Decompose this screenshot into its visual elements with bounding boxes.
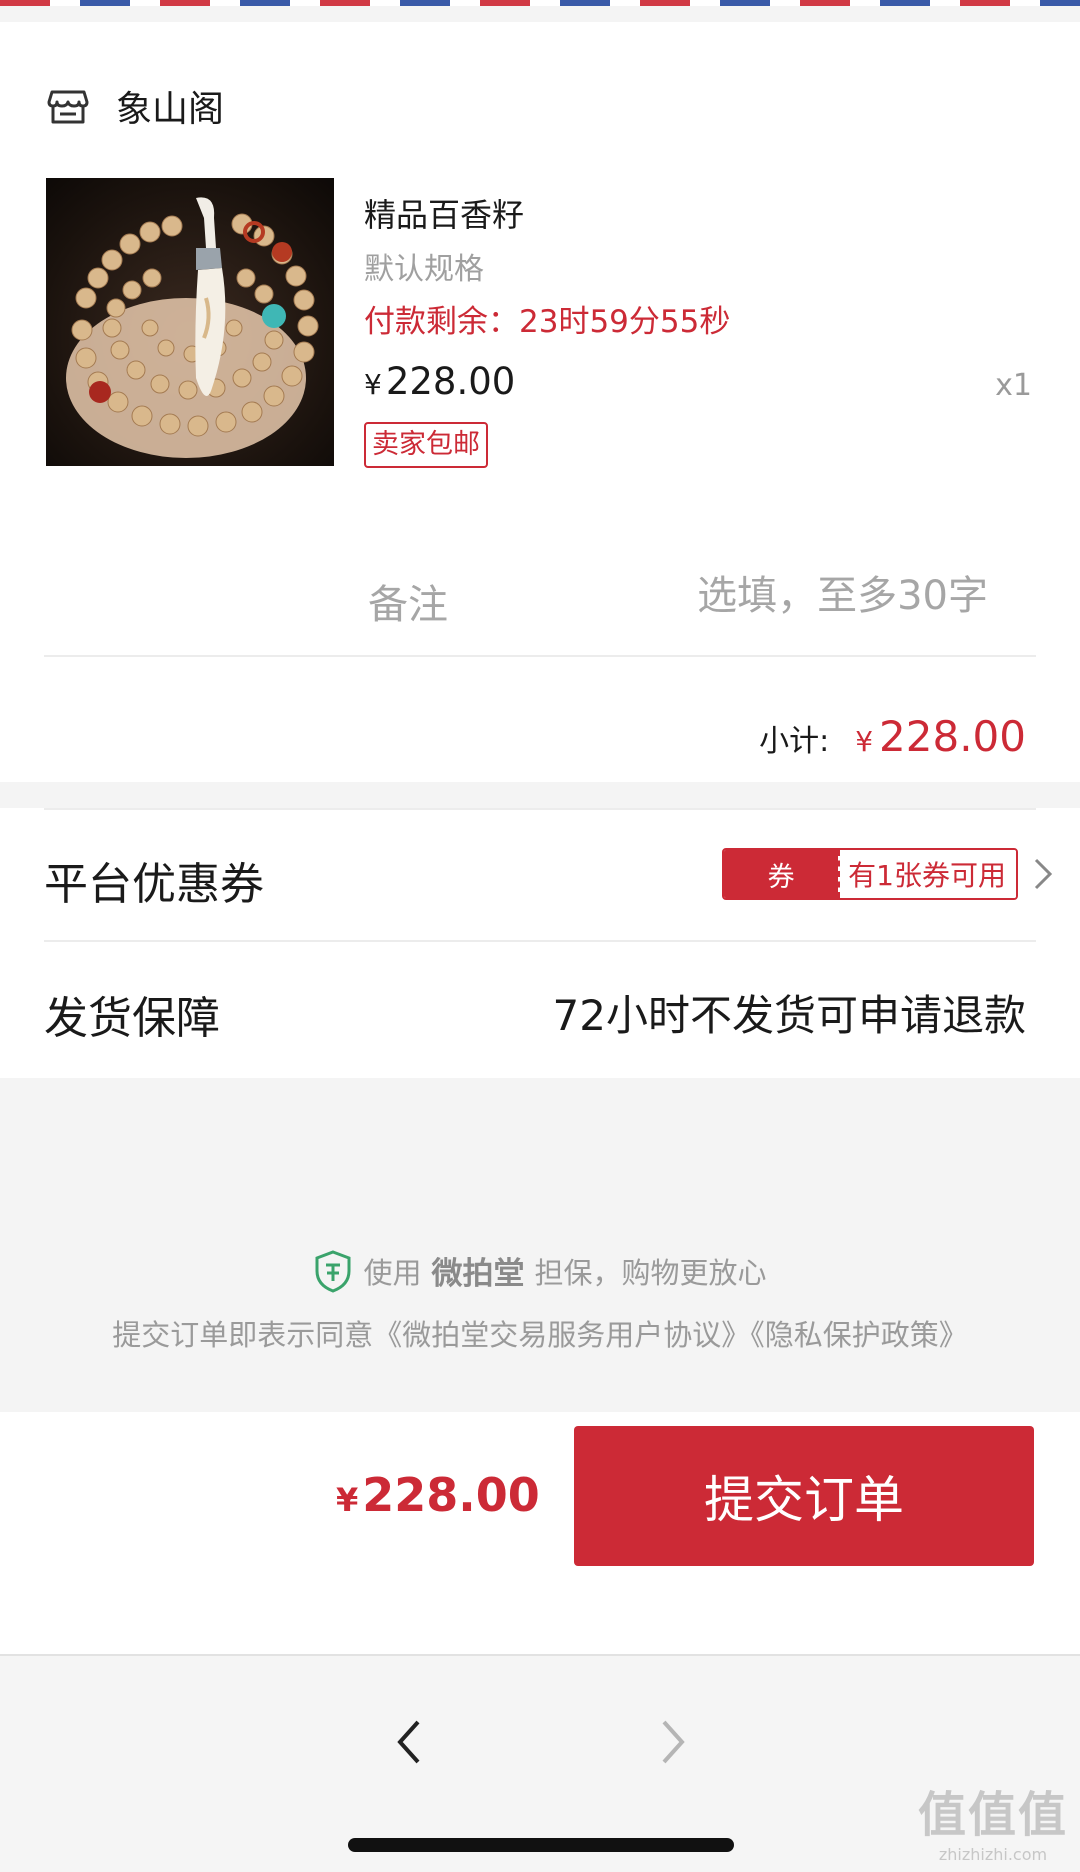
coupon-label: 平台优惠券 — [44, 859, 264, 910]
free-shipping-tag: 卖家包邮 — [364, 422, 488, 468]
payment-countdown: 付款剩余： 23时59分55秒 — [364, 296, 730, 341]
checkout-bar: ¥ 228.00 提交订单 — [0, 1412, 1080, 1654]
browser-nav-bar: 值值值 zhizhizhi.com — [0, 1654, 1080, 1872]
prayer-beads-photo — [66, 197, 319, 458]
coupon-selector[interactable]: 券 有1张券可用 — [722, 848, 1058, 900]
total-amount: 228.00 — [362, 1468, 540, 1522]
product-quantity: x1 — [995, 368, 1032, 403]
submit-order-button[interactable]: 提交订单 — [574, 1426, 1034, 1566]
divider — [44, 655, 1036, 657]
product-spec: 默认规格 — [364, 252, 484, 287]
store-icon — [47, 90, 89, 124]
coupon-row[interactable]: 平台优惠券 券 有1张券可用 — [0, 808, 1080, 942]
remark-row: 备注 — [0, 542, 1080, 652]
guarantee-prefix: 使用 — [363, 1255, 422, 1290]
shipping-guarantee-row: 发货保障 72小时不发货可申请退款 — [0, 942, 1080, 1076]
price-value: 228.00 — [385, 360, 516, 403]
shipping-guarantee-value: 72小时不发货可申请退款 — [552, 991, 1026, 1040]
product-price: ¥ 228.00 — [364, 360, 515, 403]
watermark-url: zhizhizhi.com — [938, 1845, 1048, 1864]
shield-icon — [315, 1249, 351, 1293]
chevron-right-icon — [1034, 858, 1053, 890]
order-card: 象山阁 精品百香籽 默认规格 付款剩余： 23时59分55秒 ¥ 228.00 … — [0, 22, 1080, 782]
home-indicator[interactable] — [348, 1838, 734, 1852]
subtotal: 小计: ¥ 228.00 — [759, 712, 1026, 761]
back-arrow-icon[interactable] — [390, 1712, 430, 1772]
countdown-value: 23时59分55秒 — [519, 304, 731, 340]
remark-label: 备注 — [368, 582, 448, 628]
shop-name: 象山阁 — [116, 89, 225, 130]
options-card: 平台优惠券 券 有1张券可用 发货保障 72小时不发货可申请退款 — [0, 808, 1080, 1078]
site-watermark: 值值值 zhizhizhi.com — [918, 1775, 1068, 1864]
guarantee-suffix: 担保，购物更放心 — [534, 1255, 767, 1290]
total-currency: ¥ — [336, 1481, 359, 1519]
coupon-tag: 券 — [724, 850, 839, 898]
shop-header[interactable]: 象山阁 — [46, 78, 224, 134]
coupon-badge: 券 有1张券可用 — [722, 848, 1018, 900]
remark-input[interactable] — [630, 570, 990, 622]
currency-symbol: ¥ — [364, 368, 382, 401]
subtotal-amount: 228.00 — [879, 712, 1026, 761]
coupon-available-text: 有1张券可用 — [838, 850, 1016, 898]
subtotal-label: 小计: — [759, 724, 830, 759]
guarantee-notice: 使用 微拍堂 担保，购物更放心 — [0, 1248, 1080, 1293]
countdown-label: 付款剩余： — [364, 304, 519, 340]
airmail-stripe — [0, 0, 1080, 6]
agreement-link[interactable]: 提交订单即表示同意《微拍堂交易服务用户协议》《隐私保护政策》 — [0, 1312, 1080, 1354]
order-total: ¥ 228.00 — [336, 1468, 540, 1522]
shipping-guarantee-label: 发货保障 — [44, 993, 220, 1044]
subtotal-currency: ¥ — [855, 725, 874, 758]
forward-arrow-icon[interactable] — [652, 1712, 692, 1772]
product-title[interactable]: 精品百香籽 — [364, 190, 524, 236]
watermark-logo: 值值值 — [917, 1787, 1068, 1843]
product-image[interactable] — [46, 178, 334, 466]
guarantee-brand: 微拍堂 — [431, 1256, 525, 1292]
